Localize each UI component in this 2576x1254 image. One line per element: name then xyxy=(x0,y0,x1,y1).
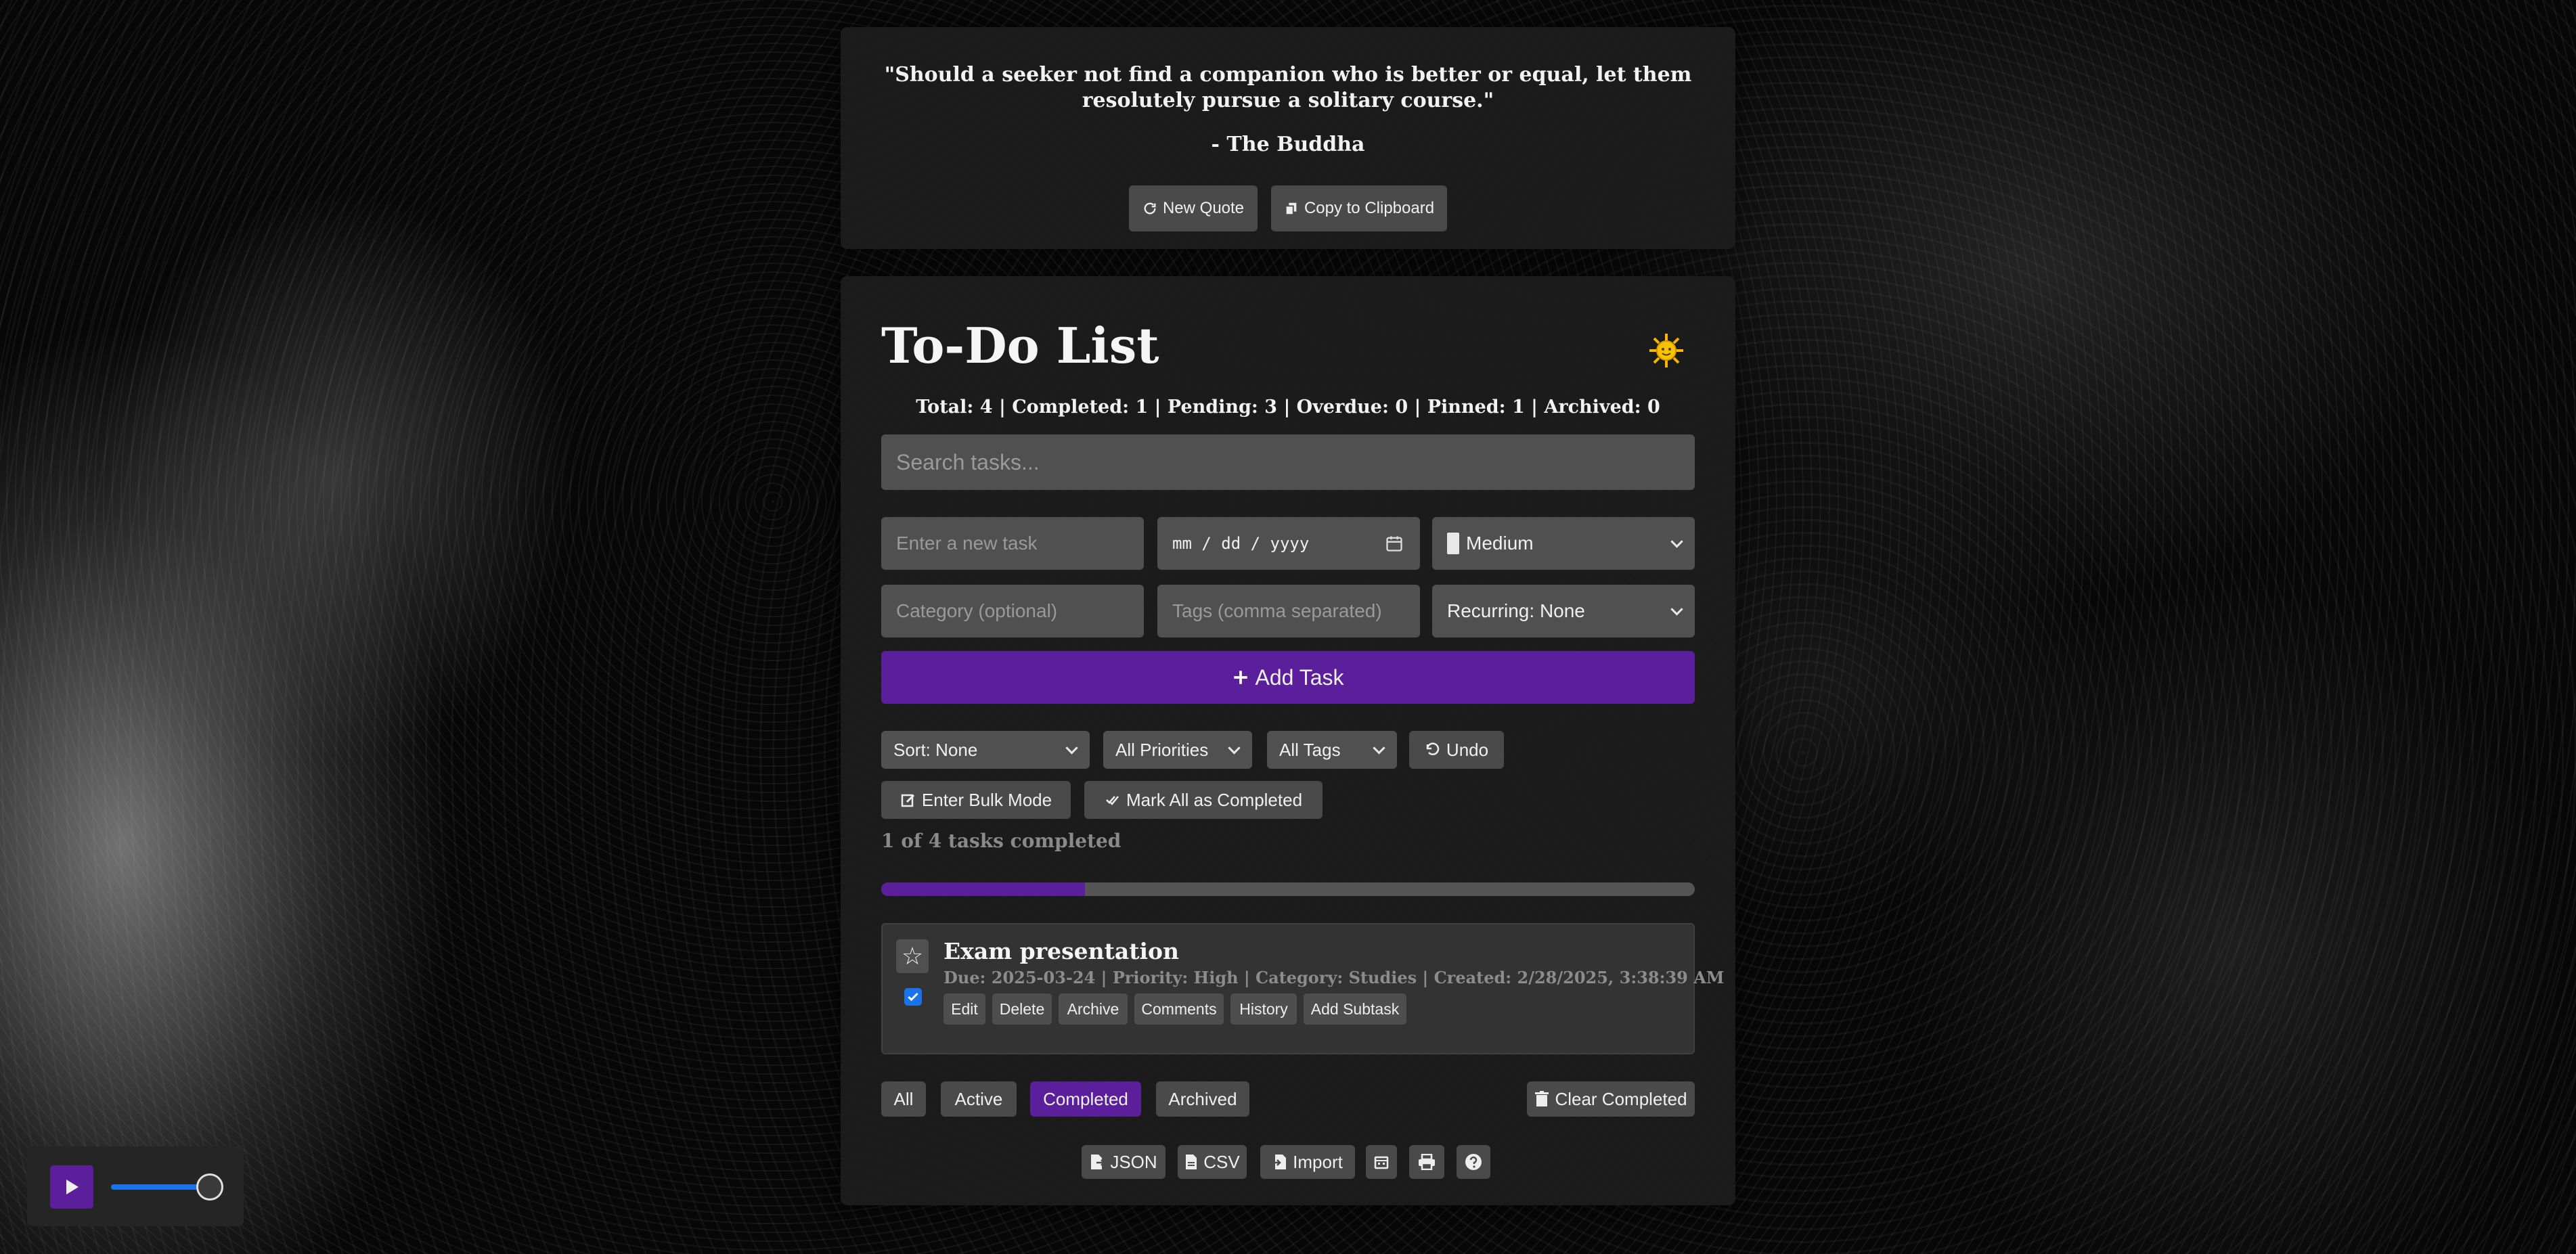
tags-filter-value: All Tags xyxy=(1279,739,1341,760)
add-task-button[interactable]: Add Task xyxy=(881,651,1695,704)
date-placeholder: mm / dd / yyyy xyxy=(1172,534,1310,553)
progress-bar xyxy=(881,882,1695,896)
recurring-value: Recurring: None xyxy=(1447,600,1585,621)
quote-author: - The Buddha xyxy=(1211,133,1365,156)
undo-icon xyxy=(1426,742,1440,755)
bulk-mode-button[interactable]: Enter Bulk Mode xyxy=(881,781,1071,819)
quote-text: "Should a seeker not find a companion wh… xyxy=(884,63,1692,112)
archive-task-button[interactable]: Archive xyxy=(1059,993,1128,1025)
priority-swatch xyxy=(1447,533,1459,554)
refresh-icon xyxy=(1144,202,1156,215)
pin-star-icon[interactable]: ☆ xyxy=(896,939,929,973)
play-button[interactable] xyxy=(50,1165,93,1209)
question-circle-icon xyxy=(1465,1154,1482,1170)
import-button[interactable]: Import xyxy=(1260,1145,1355,1179)
import-label: Import xyxy=(1293,1151,1343,1172)
tags-filter-select[interactable]: All Tags xyxy=(1267,731,1397,769)
add-task-label: Add Task xyxy=(1255,665,1344,690)
task-stats: Total: 4 | Completed: 1 | Pending: 3 | O… xyxy=(916,397,1660,418)
recurring-select[interactable]: Recurring: None xyxy=(1432,585,1695,637)
mark-all-completed-button[interactable]: Mark All as Completed xyxy=(1084,781,1323,819)
category-input[interactable]: Category (optional) xyxy=(881,585,1144,637)
search-input[interactable]: Search tasks... xyxy=(881,434,1695,490)
copy-clipboard-button[interactable]: Copy to Clipboard xyxy=(1271,185,1447,231)
print-button[interactable] xyxy=(1409,1145,1444,1179)
task-meta: Due: 2025-03-24 | Priority: High | Categ… xyxy=(943,968,1725,987)
calendar-icon xyxy=(1374,1156,1389,1169)
new-quote-button[interactable]: New Quote xyxy=(1129,185,1258,231)
csv-label: CSV xyxy=(1203,1151,1240,1172)
filter-completed-button[interactable]: Completed xyxy=(1030,1081,1141,1117)
priority-filter-select[interactable]: All Priorities xyxy=(1103,731,1252,769)
tags-input[interactable]: Tags (comma separated) xyxy=(1157,585,1420,637)
quote-card: "Should a seeker not find a companion wh… xyxy=(841,27,1735,249)
filter-archived-button[interactable]: Archived xyxy=(1156,1081,1249,1117)
calendar-icon[interactable] xyxy=(1385,534,1404,553)
filter-all-button[interactable]: All xyxy=(881,1081,926,1117)
edit-task-button[interactable]: Edit xyxy=(943,993,985,1025)
sort-select[interactable]: Sort: None xyxy=(881,731,1090,769)
progress-fill xyxy=(881,882,1085,896)
file-csv-icon xyxy=(1186,1155,1197,1169)
copy-icon xyxy=(1285,202,1297,216)
export-json-button[interactable]: JSON xyxy=(1082,1145,1165,1179)
new-quote-label: New Quote xyxy=(1162,199,1245,217)
undo-label: Undo xyxy=(1446,739,1489,760)
calendar-button[interactable] xyxy=(1366,1145,1397,1179)
filter-active-button[interactable]: Active xyxy=(941,1081,1017,1117)
task-item: ☆ Exam presentation Due: 2025-03-24 | Pr… xyxy=(881,923,1724,1054)
history-button[interactable]: History xyxy=(1230,993,1297,1025)
copy-label: Copy to Clipboard xyxy=(1304,199,1435,217)
task-complete-checkbox[interactable] xyxy=(904,988,922,1006)
sun-icon[interactable] xyxy=(1646,330,1687,371)
progress-label: 1 of 4 tasks completed xyxy=(881,830,1122,852)
priority-value: Medium xyxy=(1466,533,1534,554)
file-import-icon xyxy=(1272,1155,1287,1169)
print-icon xyxy=(1419,1154,1435,1170)
play-icon xyxy=(66,1180,79,1194)
add-subtask-button[interactable]: Add Subtask xyxy=(1304,993,1406,1025)
file-export-icon xyxy=(1091,1155,1105,1169)
edit-icon xyxy=(901,794,914,807)
comments-button[interactable]: Comments xyxy=(1134,993,1224,1025)
clear-completed-button[interactable]: Clear Completed xyxy=(1527,1081,1695,1117)
due-date-input[interactable]: mm / dd / yyyy xyxy=(1157,517,1420,570)
clear-completed-label: Clear Completed xyxy=(1555,1088,1687,1109)
bulk-mode-label: Enter Bulk Mode xyxy=(921,789,1052,810)
export-csv-button[interactable]: CSV xyxy=(1178,1145,1247,1179)
priority-select[interactable]: Medium xyxy=(1432,517,1695,570)
task-title: Exam presentation xyxy=(943,938,1180,964)
json-label: JSON xyxy=(1110,1151,1157,1172)
priority-filter-value: All Priorities xyxy=(1115,739,1209,760)
help-button[interactable] xyxy=(1457,1145,1490,1179)
sort-value: Sort: None xyxy=(893,739,978,760)
page-title: To-Do List xyxy=(881,317,1159,374)
music-player xyxy=(27,1146,244,1226)
volume-slider-handle[interactable] xyxy=(196,1173,223,1201)
delete-task-button[interactable]: Delete xyxy=(992,993,1052,1025)
todo-card: To-Do List Total: 4 | Completed: 1 | Pen… xyxy=(841,276,1735,1205)
new-task-input[interactable]: Enter a new task xyxy=(881,517,1144,570)
mark-all-label: Mark All as Completed xyxy=(1126,789,1303,810)
trash-icon xyxy=(1535,1091,1549,1106)
check-double-icon xyxy=(1106,796,1119,805)
plus-icon xyxy=(1234,671,1248,684)
undo-button[interactable]: Undo xyxy=(1409,731,1504,769)
